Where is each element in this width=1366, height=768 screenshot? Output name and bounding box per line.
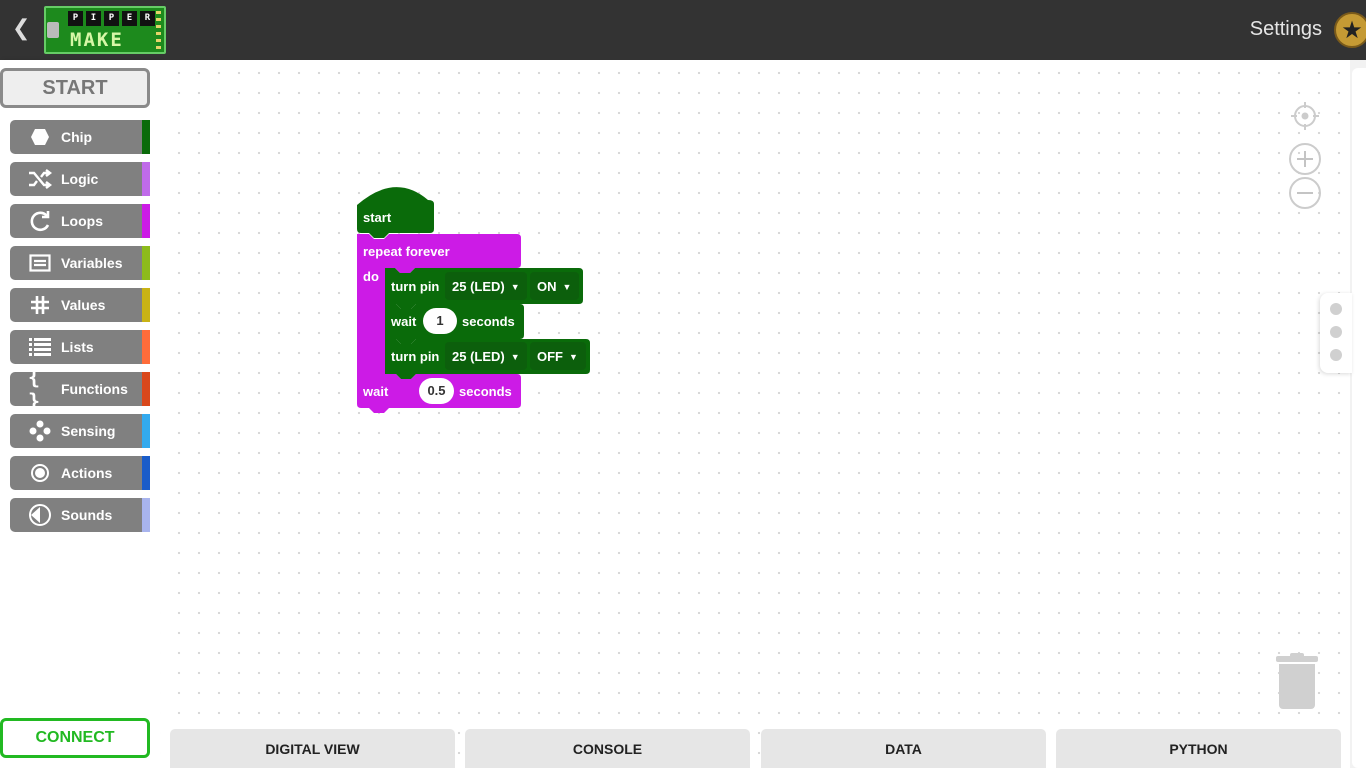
repeat-forever-label: repeat forever	[363, 244, 450, 259]
dropdown-arrow-icon: ▼	[510, 352, 520, 362]
pin-dropdown-value: 25 (LED)	[452, 279, 505, 294]
dropdown-arrow-icon: ▼	[562, 282, 572, 292]
state-dropdown-value: OFF	[537, 349, 563, 364]
turn-pin-label: turn pin	[391, 279, 440, 294]
state-dropdown[interactable]: ON ▼	[537, 279, 571, 294]
start-block-label: start	[363, 210, 392, 225]
block-program-shapes	[357, 187, 590, 413]
state-dropdown-value: ON	[537, 279, 557, 294]
tab-console[interactable]: CONSOLE	[465, 729, 750, 768]
tab-python[interactable]: PYTHON	[1056, 729, 1341, 768]
dropdown-arrow-icon: ▼	[510, 282, 520, 292]
state-dropdown[interactable]: OFF ▼	[537, 349, 578, 364]
do-label: do	[363, 269, 379, 284]
seconds-label: seconds	[462, 314, 515, 329]
wait-label: wait	[391, 314, 417, 329]
turn-pin-label: turn pin	[391, 349, 440, 364]
tab-digital-view[interactable]: DIGITAL VIEW	[170, 729, 455, 768]
tab-data[interactable]: DATA	[761, 729, 1046, 768]
wait-seconds-input[interactable]: 1	[423, 308, 457, 334]
wait-label: wait	[363, 384, 389, 399]
wait-seconds-input[interactable]: 0.5	[419, 378, 454, 404]
dropdown-arrow-icon: ▼	[569, 352, 578, 362]
pin-dropdown[interactable]: 25 (LED) ▼	[452, 279, 520, 294]
pin-dropdown-value: 25 (LED)	[452, 349, 505, 364]
pin-dropdown[interactable]: 25 (LED) ▼	[452, 349, 520, 364]
seconds-label: seconds	[459, 384, 512, 399]
